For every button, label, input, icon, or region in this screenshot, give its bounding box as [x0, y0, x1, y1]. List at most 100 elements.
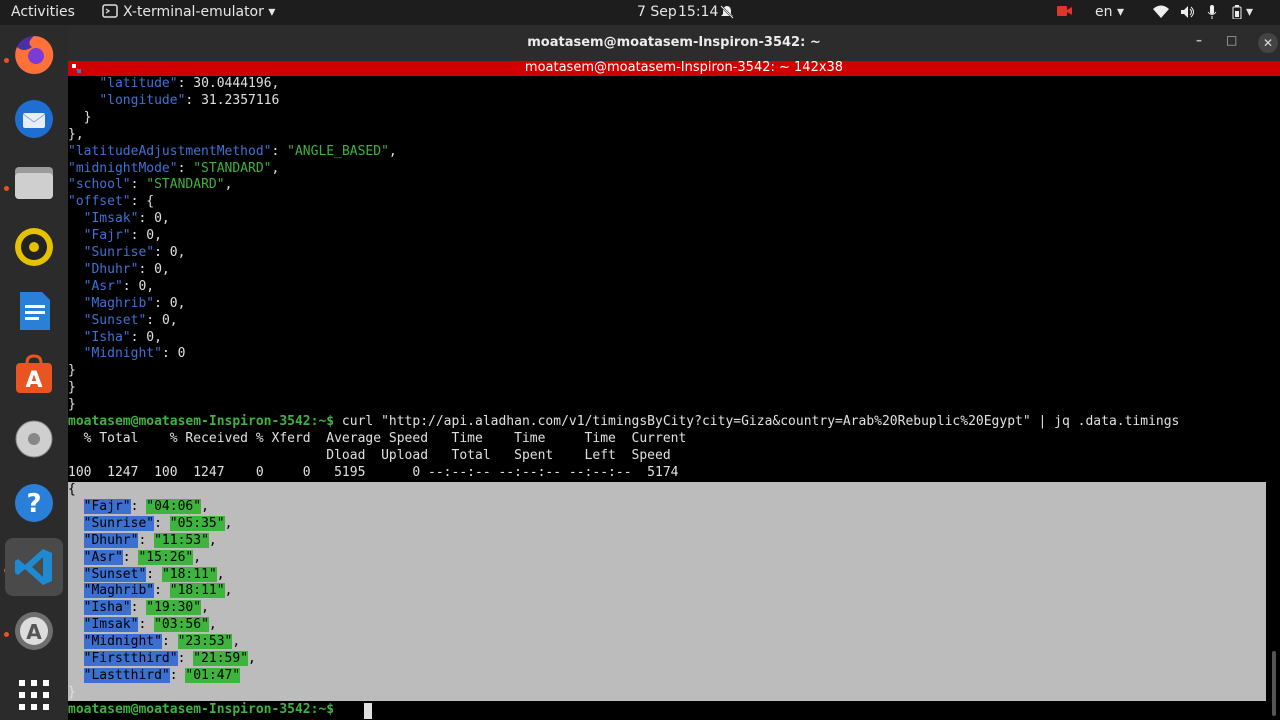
json-line: "latitudeAdjustmentMethod": "ANGLE_BASED… [68, 143, 397, 159]
command-line: moatasem@moatasem-Inspiron-3542:~$ curl … [68, 414, 1179, 431]
tab-title: moatasem@moatasem-Inspiron-3542: ~ 142x3… [524, 60, 844, 75]
running-indicator [4, 186, 9, 191]
curl-progress: 100 1247 100 1247 0 0 5195 0 --:--:-- --… [68, 465, 679, 480]
json-line: "midnightMode": "STANDARD", [68, 160, 280, 176]
text-cursor [364, 703, 372, 719]
timing-key: "Sunset" [83, 566, 147, 582]
timing-key: "Lastthird" [83, 667, 170, 683]
activities-button[interactable]: Activities [11, 4, 75, 20]
timing-comma: , [193, 549, 202, 565]
timing-value: "23:53" [177, 634, 233, 650]
timing-row: "Firstthird": "21:59", [83, 651, 256, 666]
top-panel: Activities X-terminal-emulator ▾ 7 Sep 1… [0, 0, 1280, 25]
selected-output[interactable]: { "Fajr": "04:06", "Sunrise": "05:35", "… [68, 482, 1266, 701]
json-line: "longitude": 31.2357116 [99, 92, 280, 108]
json-line: "Imsak": 0, [83, 211, 170, 227]
chevron-down-icon: ▾ [268, 4, 276, 20]
scrollbar[interactable] [1268, 76, 1280, 720]
timing-value: "18:11" [161, 566, 217, 582]
microphone-icon[interactable] [1207, 5, 1217, 23]
timing-comma: , [216, 566, 225, 582]
scrollbar-thumb[interactable] [1272, 651, 1276, 716]
timing-key: "Maghrib" [83, 583, 155, 599]
battery-icon[interactable] [1232, 5, 1242, 23]
minimize-icon[interactable]: – [1196, 33, 1202, 47]
system-menu-chevron-icon[interactable]: ▾ [1246, 4, 1253, 20]
svg-text:?: ? [26, 489, 41, 519]
timing-value: "01:47" [185, 667, 241, 683]
terminal-tab[interactable]: moatasem@moatasem-Inspiron-3542: ~ 142x3… [68, 60, 1280, 76]
input-language-label: en [1095, 4, 1113, 20]
timing-key: "Dhuhr" [83, 532, 139, 548]
timing-comma: , [248, 651, 256, 666]
json-line: } [68, 397, 76, 413]
clock-date[interactable]: 7 Sep [637, 4, 677, 20]
window-titlebar[interactable]: moatasem@moatasem-Inspiron-3542: ~ – □ ✕ [68, 25, 1280, 61]
help-icon[interactable]: ? [12, 481, 56, 525]
timing-row: "Maghrib": "18:11", [83, 583, 233, 599]
timing-key: "Imsak" [83, 617, 139, 633]
svg-text:A: A [26, 620, 42, 644]
timing-key: "Isha" [83, 600, 131, 616]
terminal-app-icon [102, 3, 118, 23]
timing-comma: , [201, 498, 209, 514]
timing-comma: , [208, 532, 217, 548]
timing-value: "15:26" [138, 549, 194, 565]
open-brace: { [68, 482, 76, 497]
timing-row: "Lastthird": "01:47" [83, 667, 241, 683]
wifi-icon[interactable] [1153, 5, 1169, 23]
vscode-icon[interactable] [5, 538, 63, 596]
timing-comma: , [224, 515, 233, 531]
timing-row: "Asr": "15:26", [83, 549, 202, 565]
clock-time[interactable]: 15:14 [678, 4, 718, 20]
timing-row: "Sunset": "18:11", [83, 566, 225, 582]
app-menu-button[interactable]: X-terminal-emulator ▾ [123, 4, 275, 20]
thunderbird-icon[interactable] [12, 97, 56, 141]
timing-row: "Imsak": "03:56", [83, 617, 217, 633]
json-line: "Isha": 0, [83, 329, 162, 345]
rhythmbox-icon[interactable] [12, 225, 56, 269]
json-line: "Dhuhr": 0, [83, 261, 170, 277]
timing-row: "Dhuhr": "11:53", [83, 532, 217, 548]
json-line: "Asr": 0, [83, 278, 155, 294]
json-line: "Fajr": 0, [83, 228, 162, 244]
software-center-icon[interactable]: A [12, 353, 56, 397]
app-menu-label: X-terminal-emulator [123, 4, 264, 20]
close-brace: } [68, 685, 76, 700]
timing-value: "11:53" [154, 532, 209, 548]
timing-comma: , [201, 600, 209, 616]
running-indicator [4, 58, 9, 63]
json-line: } [68, 380, 76, 396]
curl-header-1: % Total % Received % Xferd Average Speed… [68, 431, 687, 446]
json-line: "offset": { [68, 194, 155, 210]
timing-value: "19:30" [146, 600, 202, 616]
timing-comma: , [232, 634, 241, 650]
maximize-icon[interactable]: □ [1226, 33, 1237, 47]
input-language-menu[interactable]: en ▾ [1095, 4, 1124, 20]
software-updater-icon[interactable]: A [12, 609, 56, 653]
prompt: moatasem@moatasem-Inspiron-3542:~$ [68, 414, 335, 429]
show-apps-icon[interactable] [12, 673, 56, 717]
timing-row: "Sunrise": "05:35", [83, 515, 233, 531]
close-icon[interactable]: ✕ [1258, 33, 1278, 53]
timing-value: "21:59" [193, 651, 249, 666]
timing-value: "03:56" [154, 617, 209, 633]
libreoffice-writer-icon[interactable] [12, 289, 56, 333]
timing-key: "Sunrise" [83, 515, 155, 531]
firefox-icon[interactable] [12, 33, 56, 77]
volume-icon[interactable] [1180, 5, 1196, 23]
terminal-output[interactable]: "latitude": 30.0444196, "longitude": 31.… [68, 76, 1268, 720]
screen-recording-icon[interactable] [1057, 5, 1073, 21]
final-prompt-line: moatasem@moatasem-Inspiron-3542:~$ [68, 702, 334, 719]
json-line: } [68, 363, 76, 379]
disks-icon[interactable] [12, 417, 56, 461]
dock: A ? A [0, 25, 68, 720]
files-icon[interactable] [12, 161, 56, 205]
notifications-off-icon[interactable] [720, 5, 734, 23]
json-line: "school": "STANDARD", [68, 177, 233, 193]
json-line: }, [68, 126, 84, 142]
prompt: moatasem@moatasem-Inspiron-3542:~$ [68, 702, 335, 717]
timing-row: "Fajr": "04:06", [83, 498, 209, 514]
json-line: "latitude": 30.0444196, [99, 76, 280, 91]
json-line: "Sunrise": 0, [83, 245, 186, 260]
